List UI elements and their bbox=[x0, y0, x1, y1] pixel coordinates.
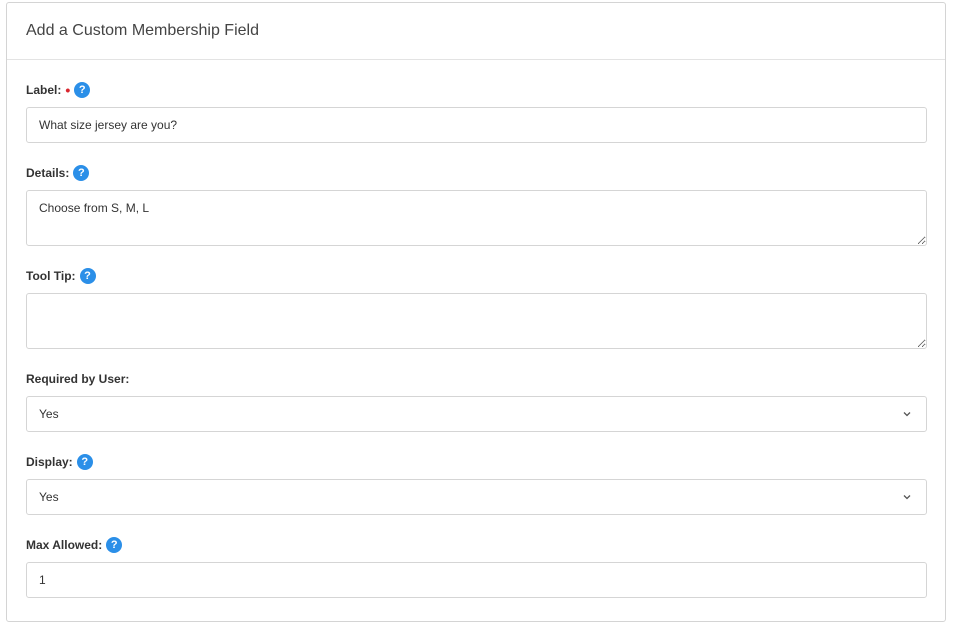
panel-header: Add a Custom Membership Field bbox=[7, 3, 945, 60]
label-field-text: Label: bbox=[26, 83, 62, 97]
label-field-label: Label: • ? bbox=[26, 81, 91, 99]
required-marker: • bbox=[65, 82, 71, 98]
help-icon[interactable]: ? bbox=[74, 82, 91, 98]
max-allowed-field-label: Max Allowed: ? bbox=[26, 536, 123, 554]
required-selected-value: Yes bbox=[39, 407, 59, 421]
help-icon[interactable]: ? bbox=[76, 454, 93, 470]
details-field-label: Details: ? bbox=[26, 164, 90, 182]
display-selected-value: Yes bbox=[39, 490, 59, 504]
details-field-text: Details: bbox=[26, 166, 70, 180]
help-icon[interactable]: ? bbox=[73, 165, 90, 181]
max-allowed-field-text: Max Allowed: bbox=[26, 538, 103, 552]
help-icon[interactable]: ? bbox=[106, 537, 123, 553]
required-by-user-select[interactable]: Yes bbox=[26, 396, 927, 432]
required-field-label: Required by User: bbox=[26, 370, 129, 388]
custom-field-panel: Add a Custom Membership Field Label: • ?… bbox=[6, 2, 946, 622]
help-icon[interactable]: ? bbox=[79, 268, 96, 284]
tooltip-field-label: Tool Tip: ? bbox=[26, 267, 96, 285]
display-field-label: Display: ? bbox=[26, 453, 93, 471]
tooltip-textarea[interactable] bbox=[26, 293, 927, 349]
required-field-text: Required by User: bbox=[26, 372, 130, 386]
chevron-down-icon bbox=[902, 492, 912, 502]
page-title: Add a Custom Membership Field bbox=[26, 22, 259, 39]
display-select[interactable]: Yes bbox=[26, 479, 927, 515]
tooltip-field-text: Tool Tip: bbox=[26, 269, 76, 283]
chevron-down-icon bbox=[902, 409, 912, 419]
max-allowed-input[interactable] bbox=[26, 562, 927, 598]
display-field-text: Display: bbox=[26, 455, 73, 469]
label-input[interactable] bbox=[26, 107, 927, 143]
details-textarea[interactable]: Choose from S, M, L bbox=[26, 190, 927, 246]
